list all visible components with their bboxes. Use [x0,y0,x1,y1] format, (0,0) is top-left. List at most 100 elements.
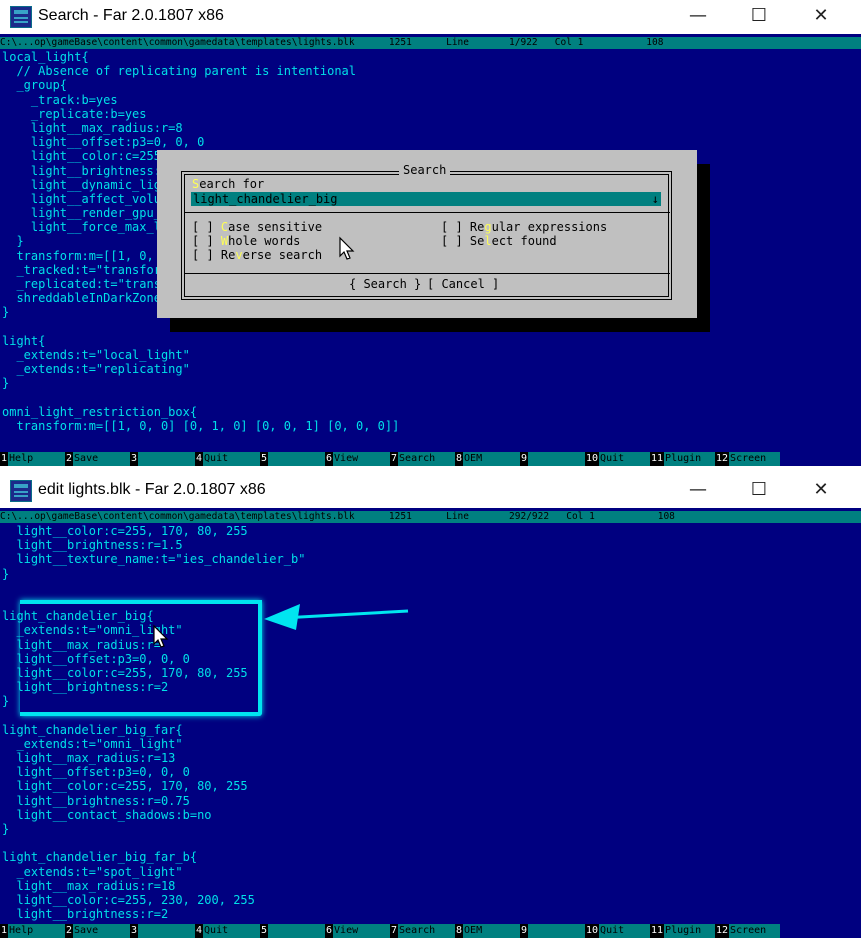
editor-text-area[interactable]: light__color:c=255, 170, 80, 255 light__… [2,524,305,921]
code-line[interactable]: light__color:c=255, 170, 80, 255 [2,779,305,793]
whole-words-checkbox[interactable]: [ ] Whole words [192,234,300,248]
fkey-number: 2 [65,452,74,466]
fkey-6[interactable]: 6 View [325,452,390,466]
code-line[interactable]: light__offset:p3=0, 0, 0 [2,135,399,149]
code-line[interactable]: _extends:t="spot_light" [2,865,305,879]
fkey-2[interactable]: 2 Save [65,452,130,466]
option-label: erse search [242,248,323,262]
maximize-button[interactable]: ☐ [736,3,782,29]
code-line[interactable]: light__offset:p3=0, 0, 0 [2,765,305,779]
code-line[interactable]: _extends:t="local_light" [2,348,399,362]
fkey-11[interactable]: 11 Plugin [650,924,715,938]
fkey-9[interactable]: 9 [520,924,585,938]
dialog-title: Search [399,163,451,177]
code-line[interactable] [2,836,305,850]
fkey-1[interactable]: 1 Help [0,924,65,938]
fkey-11[interactable]: 11 Plugin [650,452,715,466]
function-key-bar: 1 Help 2 Save 3 4 Quit 5 6 View 7 Search 8 OEM 9 10 Quit… [0,452,861,466]
code-line[interactable]: light_chandelier_big_far{ [2,723,305,737]
history-arrow-icon[interactable]: ↓ [652,192,659,206]
option-label: hole words [228,234,301,248]
code-line[interactable]: } [2,376,399,390]
code-line[interactable]: _group{ [2,78,399,92]
close-button[interactable]: ✕ [798,3,844,29]
fkey-9[interactable]: 9 [520,452,585,466]
fkey-number: 3 [130,452,139,466]
fkey-4[interactable]: 4 Quit [195,452,260,466]
fkey-5[interactable]: 5 [260,924,325,938]
code-line[interactable]: light__contact_shadows:b=no [2,808,305,822]
code-line[interactable]: _extends:t="replicating" [2,362,399,376]
code-line[interactable]: light__color:c=255, 170, 80, 255 [2,524,305,538]
code-line[interactable]: light__texture_name:t="ies_chandelier_b" [2,552,305,566]
code-line[interactable]: } [2,822,305,836]
case-sensitive-checkbox[interactable]: [ ] Case sensitive [192,220,322,234]
regex-checkbox[interactable]: [ ] Regular expressions [441,220,607,234]
code-line[interactable]: transform:m=[[1, 0, 0] [0, 1, 0] [0, 0, … [2,419,399,433]
code-line[interactable]: light__max_radius:r=18 [2,879,305,893]
cancel-button[interactable]: [ Cancel ] [427,277,499,291]
fkey-10[interactable]: 10 Quit [585,452,650,466]
search-input[interactable]: light_chandelier_big ↓ [191,192,661,206]
code-line[interactable]: light__max_radius:r=13 [2,751,305,765]
fkey-label: Quit [599,924,650,938]
code-line[interactable]: } [2,567,305,581]
fkey-7[interactable]: 7 Search [390,924,455,938]
fkey-2[interactable]: 2 Save [65,924,130,938]
code-line[interactable]: _replicate:b=yes [2,107,399,121]
fkey-3[interactable]: 3 [130,924,195,938]
title-bar[interactable]: edit lights.blk - Far 2.0.1807 x86 — ☐ ✕ [0,474,861,508]
code-line[interactable]: light_chandelier_big_far_b{ [2,850,305,864]
code-line[interactable]: light__brightness:r=2 [2,907,305,921]
fkey-7[interactable]: 7 Search [390,452,455,466]
code-line[interactable]: // Absence of replicating parent is inte… [2,64,399,78]
fkey-label: Screen [729,452,780,466]
fkey-12[interactable]: 12 Screen [715,452,780,466]
reverse-search-checkbox[interactable]: [ ] Reverse search [192,248,322,262]
fkey-5[interactable]: 5 [260,452,325,466]
code-line[interactable]: omni_light_restriction_box{ [2,405,399,419]
fkey-1[interactable]: 1 Help [0,452,65,466]
minimize-button[interactable]: — [675,3,721,29]
title-bar[interactable]: Search - Far 2.0.1807 x86 — ☐ ✕ [0,0,861,34]
fkey-6[interactable]: 6 View [325,924,390,938]
fkey-3[interactable]: 3 [130,452,195,466]
code-line[interactable]: light__max_radius:r=8 [2,121,399,135]
search-button[interactable]: { Search } [349,277,421,291]
code-line[interactable]: _extends:t="omni_light" [2,737,305,751]
editor-status-bar: C:\...op\gameBase\content\common\gamedat… [0,511,861,523]
fkey-8[interactable]: 8 OEM [455,924,520,938]
far-manager-icon [10,480,32,502]
fkey-number: 4 [195,924,204,938]
minimize-button[interactable]: — [675,477,721,503]
code-line[interactable]: light__brightness:r=0.75 [2,794,305,808]
code-line[interactable]: light__color:c=255, 230, 200, 255 [2,893,305,907]
code-line[interactable]: light{ [2,334,399,348]
fkey-label: OEM [463,452,520,466]
fkey-label: Search [398,924,455,938]
far-search-window: Search - Far 2.0.1807 x86 — ☐ ✕ C:\...op… [0,0,861,466]
fkey-number: 1 [0,924,9,938]
code-line[interactable]: local_light{ [2,50,399,64]
fkey-4[interactable]: 4 Quit [195,924,260,938]
code-line[interactable]: _track:b=yes [2,93,399,107]
fkey-12[interactable]: 12 Screen [715,924,780,938]
checkbox-box: [ ] [192,220,221,234]
function-key-bar: 1 Help 2 Save 3 4 Quit 5 6 View 7 Search 8 OEM 9 10 Quit… [0,924,861,938]
fkey-number: 1 [0,452,9,466]
select-found-checkbox[interactable]: [ ] Select found [441,234,557,248]
fkey-8[interactable]: 8 OEM [455,452,520,466]
code-line[interactable]: light__brightness:r=1.5 [2,538,305,552]
fkey-number: 12 [715,924,730,938]
fkey-10[interactable]: 10 Quit [585,924,650,938]
close-button[interactable]: ✕ [798,477,844,503]
fkey-label [528,924,585,938]
code-line[interactable] [2,581,305,595]
maximize-button[interactable]: ☐ [736,477,782,503]
fkey-number: 7 [390,452,399,466]
option-label: ase sensitive [228,220,323,234]
fkey-number: 4 [195,452,204,466]
code-line[interactable] [2,391,399,405]
fkey-number: 9 [520,452,529,466]
fkey-label: Quit [203,924,260,938]
